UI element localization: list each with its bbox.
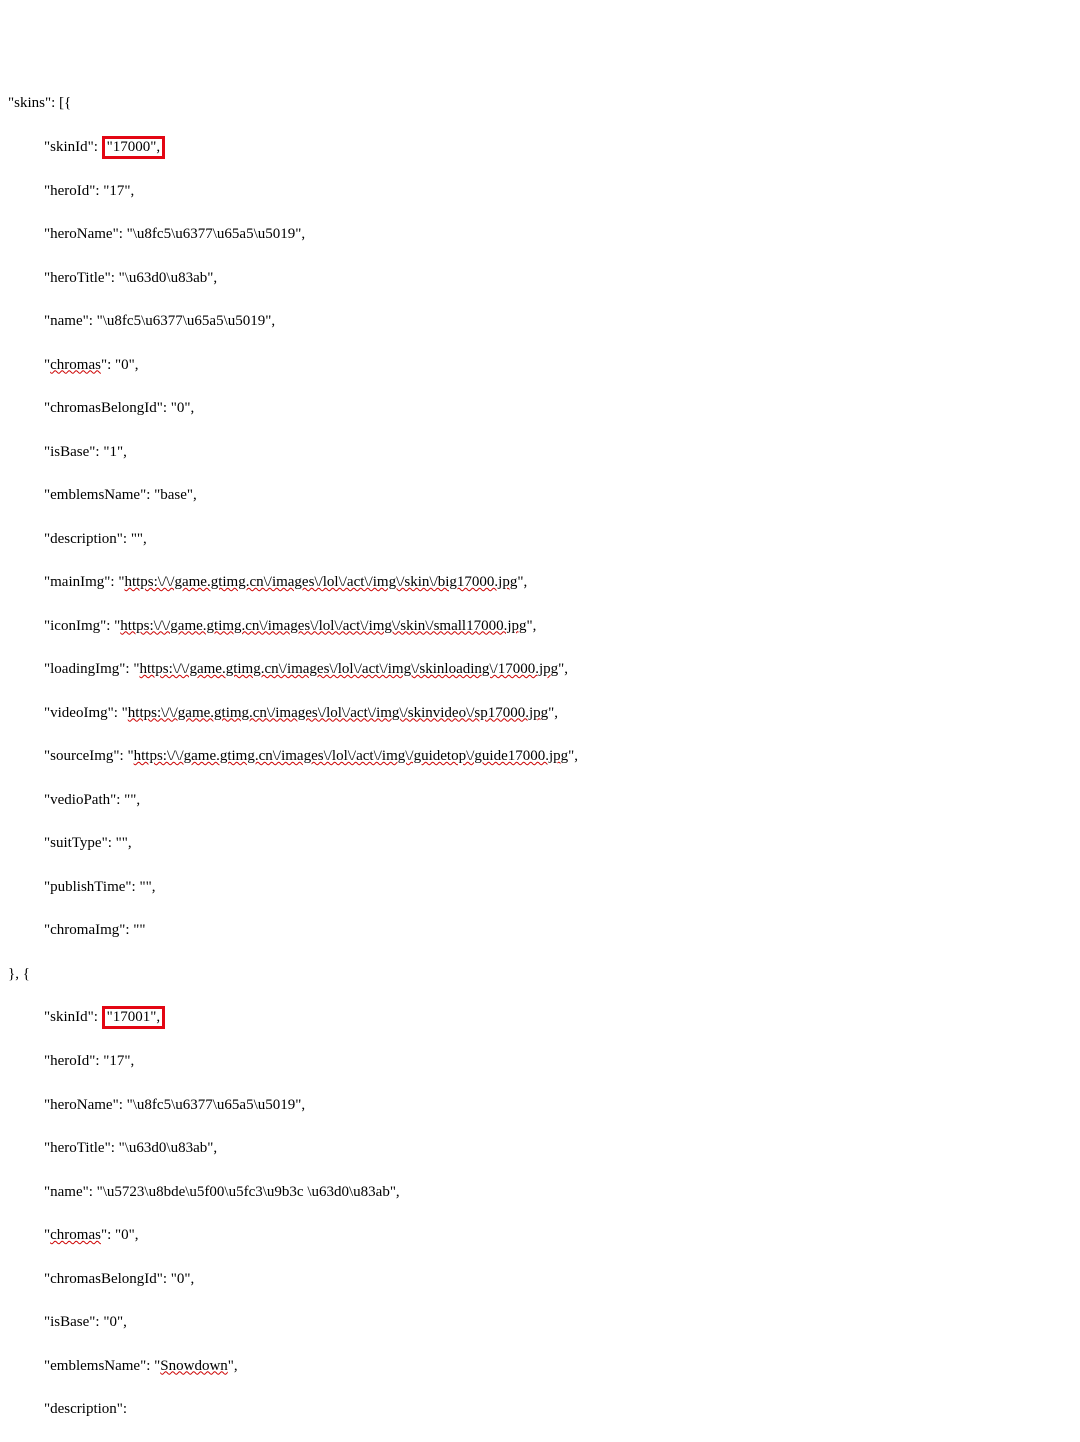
skin0-loadingimg: "loadingImg": "https:\/\/game.gtimg.cn\/… bbox=[36, 659, 1080, 681]
skins-open: "skins": [{ bbox=[0, 93, 1080, 115]
skin0-emblemsname: "emblemsName": "base", bbox=[36, 485, 1080, 507]
skin0-heroname: "heroName": "\u8fc5\u6377\u65a5\u5019", bbox=[36, 224, 1080, 246]
url-text: https:\/\/game.gtimg.cn\/images\/lol\/ac… bbox=[128, 705, 548, 721]
skin1-chromas: "chromas": "0", bbox=[36, 1225, 1080, 1247]
skin1-chromasbelongid: "chromasBelongId": "0", bbox=[36, 1269, 1080, 1291]
skinid-key: "skinId": bbox=[44, 139, 102, 155]
skin0-skinid: "skinId": "17000", bbox=[36, 137, 1080, 159]
object-separator: }, { bbox=[0, 964, 1080, 986]
skin0-mainimg: "mainImg": "https:\/\/game.gtimg.cn\/ima… bbox=[36, 572, 1080, 594]
skin0-isbase: "isBase": "1", bbox=[36, 442, 1080, 464]
skin0-heroid: "heroId": "17", bbox=[36, 181, 1080, 203]
skin1-skinid: "skinId": "17001", bbox=[36, 1007, 1080, 1029]
skin0-herotitle: "heroTitle": "\u63d0\u83ab", bbox=[36, 268, 1080, 290]
chromas-key: chromas bbox=[50, 357, 101, 373]
highlight-box-17001: "17001", bbox=[102, 1006, 166, 1029]
skin0-iconimg: "iconImg": "https:\/\/game.gtimg.cn\/ima… bbox=[36, 616, 1080, 638]
skin1-heroname: "heroName": "\u8fc5\u6377\u65a5\u5019", bbox=[36, 1095, 1080, 1117]
emblems-val: Snowdown bbox=[160, 1358, 228, 1374]
skin0-chromas: "chromas": "0", bbox=[36, 355, 1080, 377]
highlight-box-17000: "17000", bbox=[102, 136, 166, 159]
url-text: https:\/\/game.gtimg.cn\/images\/lol\/ac… bbox=[124, 574, 517, 590]
chromas-key: chromas bbox=[50, 1227, 101, 1243]
skin1-isbase: "isBase": "0", bbox=[36, 1312, 1080, 1334]
skin0-chromaimg: "chromaImg": "" bbox=[36, 920, 1080, 942]
skin0-sourceimg: "sourceImg": "https:\/\/game.gtimg.cn\/i… bbox=[36, 746, 1080, 768]
url-text: https:\/\/game.gtimg.cn\/images\/lol\/ac… bbox=[139, 661, 558, 677]
skin1-heroid: "heroId": "17", bbox=[36, 1051, 1080, 1073]
skin0-name: "name": "\u8fc5\u6377\u65a5\u5019", bbox=[36, 311, 1080, 333]
skin0-description: "description": "", bbox=[36, 529, 1080, 551]
skin0-publishtime: "publishTime": "", bbox=[36, 877, 1080, 899]
skin0-vediopath: "vedioPath": "", bbox=[36, 790, 1080, 812]
chromas-rest: ": "0", bbox=[101, 357, 139, 373]
skin0-chromasbelongid: "chromasBelongId": "0", bbox=[36, 398, 1080, 420]
skin1-emblemsname: "emblemsName": "Snowdown", bbox=[36, 1356, 1080, 1378]
skinid-key: "skinId": bbox=[44, 1009, 102, 1025]
chromas-rest: ": "0", bbox=[101, 1227, 139, 1243]
skin0-suittype: "suitType": "", bbox=[36, 833, 1080, 855]
url-text: https:\/\/game.gtimg.cn\/images\/lol\/ac… bbox=[120, 618, 526, 634]
skin1-name: "name": "\u5723\u8bde\u5f00\u5fc3\u9b3c … bbox=[36, 1182, 1080, 1204]
skin1-herotitle: "heroTitle": "\u63d0\u83ab", bbox=[36, 1138, 1080, 1160]
url-text: https:\/\/game.gtimg.cn\/images\/lol\/ac… bbox=[134, 748, 569, 764]
skin1-description-key: "description": bbox=[36, 1399, 1080, 1421]
